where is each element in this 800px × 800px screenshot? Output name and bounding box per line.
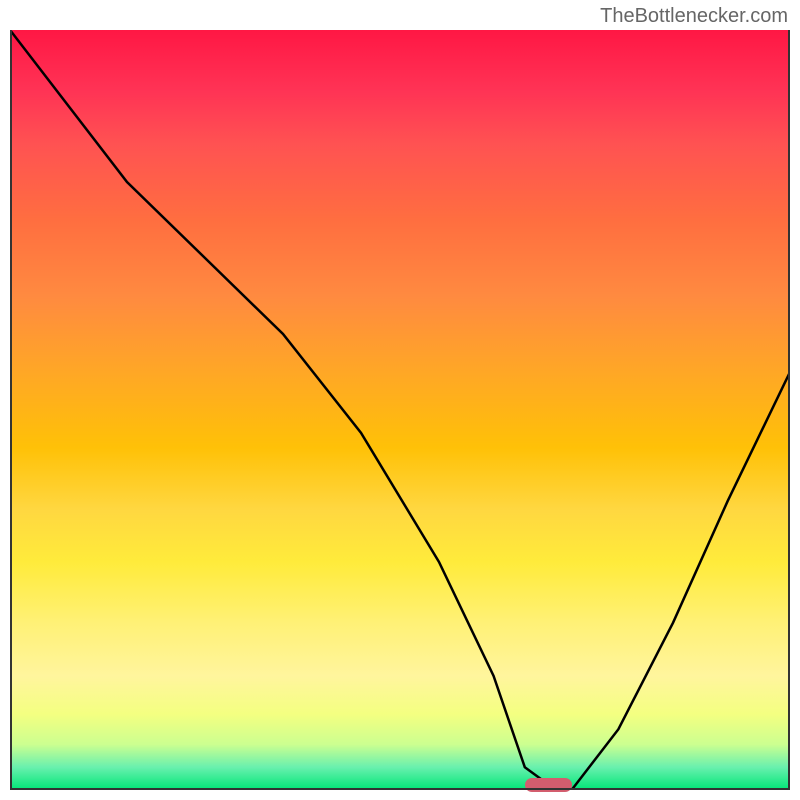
curve-line [10,30,790,790]
x-axis [10,788,790,790]
y-axis-right [788,30,790,790]
watermark-text: TheBottlenecker.com [600,5,788,28]
bottleneck-curve-svg [10,30,790,790]
chart-container [10,30,790,790]
y-axis-left [10,30,12,790]
